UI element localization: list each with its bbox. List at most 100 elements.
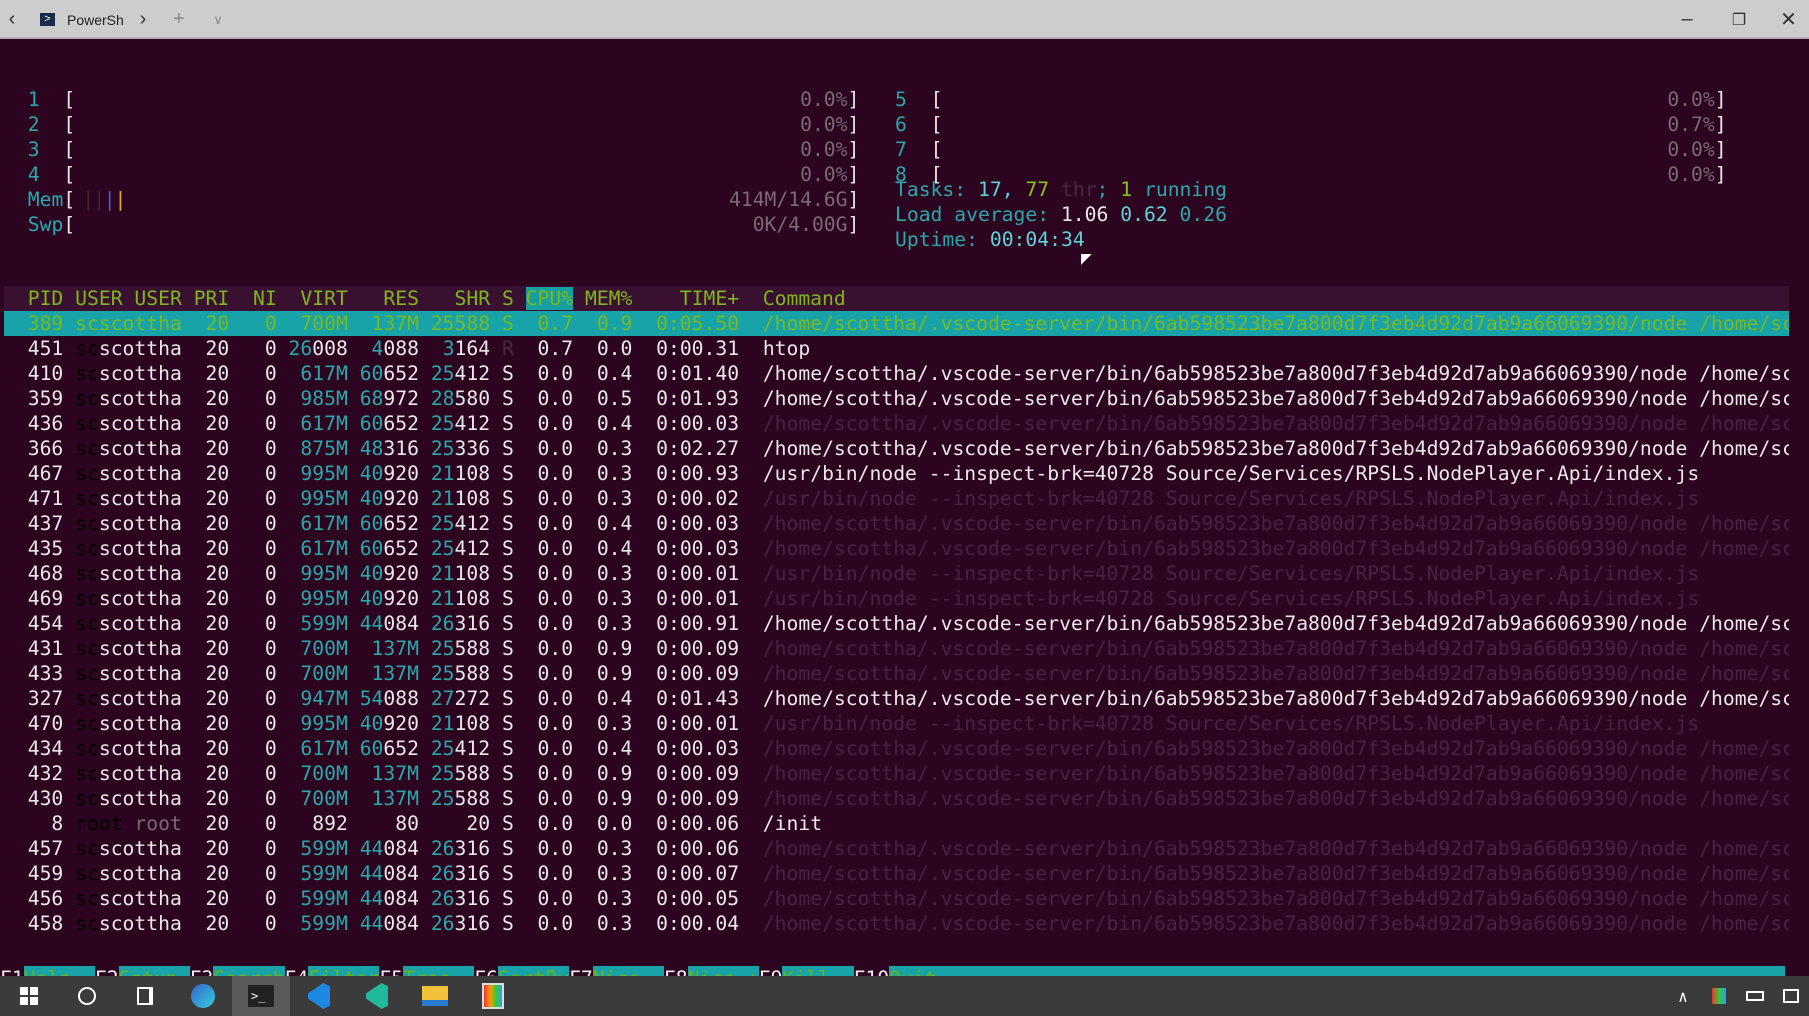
table-row[interactable]: 431 scscottha 20 0 700M 137M 25588 S 0.0… xyxy=(4,636,1789,661)
fkey-label[interactable]: Kill xyxy=(782,966,854,976)
table-row[interactable]: 8 root root 20 0 892 80 20 S 0.0 0.0 0:0… xyxy=(4,811,1789,836)
new-tab-icon[interactable]: + xyxy=(166,0,192,39)
fkey-f5[interactable]: F5 xyxy=(379,966,403,976)
scroll-tabs-left-icon[interactable]: ‹ xyxy=(0,0,24,39)
fkey-label[interactable]: Setup xyxy=(118,966,190,976)
column-header-res[interactable]: RES xyxy=(383,287,419,310)
cell-virt: 985M xyxy=(300,387,348,410)
fkey-f9[interactable]: F9 xyxy=(759,966,783,976)
cell-digits-low: 920 xyxy=(383,487,419,510)
column-header-mem[interactable]: MEM% xyxy=(585,287,632,310)
fkey-f6[interactable]: F6 xyxy=(474,966,498,976)
powertoys-icon[interactable] xyxy=(464,976,522,1016)
windows-start-icon[interactable] xyxy=(0,976,58,1016)
table-row[interactable]: 359 scscottha 20 0 985M 68972 28580 S 0.… xyxy=(4,386,1789,411)
cell-digits-low: 084 xyxy=(383,837,419,860)
table-row[interactable]: 436 scscottha 20 0 617M 60652 25412 S 0.… xyxy=(4,411,1789,436)
table-row[interactable]: 454 scscottha 20 0 599M 44084 26316 S 0.… xyxy=(4,611,1789,636)
edge-browser-icon[interactable] xyxy=(174,976,232,1016)
scroll-tabs-right-icon[interactable]: › xyxy=(132,0,154,39)
column-header-pri[interactable]: PRI xyxy=(194,287,230,310)
table-row[interactable]: 435 scscottha 20 0 617M 60652 25412 S 0.… xyxy=(4,536,1789,561)
file-explorer-icon[interactable] xyxy=(406,976,464,1016)
fkey-f4[interactable]: F4 xyxy=(285,966,309,976)
fkey-f2[interactable]: F2 xyxy=(95,966,119,976)
table-row[interactable]: 366 scscottha 20 0 875M 48316 25336 S 0.… xyxy=(4,436,1789,461)
fkey-label[interactable]: Filter xyxy=(308,966,380,976)
table-row[interactable]: 469 scscottha 20 0 995M 40920 21108 S 0.… xyxy=(4,586,1789,611)
meter-open-bracket: [ xyxy=(63,113,76,136)
fkey-f1[interactable]: F1 xyxy=(0,966,24,976)
chevron-down-icon[interactable]: ∨ xyxy=(206,0,230,39)
fkey-label[interactable]: Tree xyxy=(403,966,475,976)
fkey-label[interactable]: Search xyxy=(213,966,285,976)
fkey-f8[interactable]: F8 xyxy=(664,966,688,976)
column-header-time[interactable]: TIME+ xyxy=(680,287,739,310)
meter-value-text: 0K/4.00G xyxy=(752,213,848,236)
fkey-label[interactable]: Help xyxy=(23,966,95,976)
minimize-icon[interactable]: – xyxy=(1664,0,1710,39)
table-row[interactable]: 389 scscottha 20 0 700M 137M 25588 S 0.7… xyxy=(4,311,1789,336)
fkey-label[interactable]: Quit xyxy=(889,966,1785,976)
table-header[interactable]: PID USER USER PRI NI VIRT RES SHR S CPU%… xyxy=(4,286,1789,311)
table-row[interactable]: 451 scscottha 20 0 26008 4088 3164 R 0.7… xyxy=(4,336,1789,361)
table-row[interactable]: 410 scscottha 20 0 617M 60652 25412 S 0.… xyxy=(4,361,1789,386)
table-row[interactable]: 457 scscottha 20 0 599M 44084 26316 S 0.… xyxy=(4,836,1789,861)
visual-studio-icon[interactable] xyxy=(348,976,406,1016)
fkey-label[interactable]: Nice + xyxy=(687,966,759,976)
cell-cmd: /home/scottha/.vscode-server/bin/6ab5985… xyxy=(762,837,1789,860)
cell-pid: 432 xyxy=(27,762,64,785)
meter-value: 0.0%] xyxy=(1667,137,1726,162)
column-header-shr[interactable]: SHR xyxy=(455,287,491,310)
table-row[interactable]: 327 scscottha 20 0 947M 54088 27272 S 0.… xyxy=(4,686,1789,711)
column-header-ni[interactable]: NI xyxy=(253,287,277,310)
table-row[interactable]: 459 scscottha 20 0 599M 44084 26316 S 0.… xyxy=(4,861,1789,886)
table-row[interactable]: 437 scscottha 20 0 617M 60652 25412 S 0.… xyxy=(4,511,1789,536)
table-row[interactable]: 430 scscottha 20 0 700M 137M 25588 S 0.0… xyxy=(4,786,1789,811)
table-row[interactable]: 467 scscottha 20 0 995M 40920 21108 S 0.… xyxy=(4,461,1789,486)
table-row[interactable]: 456 scscottha 20 0 599M 44084 26316 S 0.… xyxy=(4,886,1789,911)
cell-digits-high: 60 xyxy=(359,512,384,535)
meter-label: 6 xyxy=(895,113,907,136)
terminal[interactable]: 1 [0.0%] 2 [0.0%] 3 [0.0%] 4 [0.0%] 5 [0.0%] 6 [0.7… xyxy=(0,41,1809,976)
cell-digits-low: 920 xyxy=(383,712,419,735)
cell-res: 44084 xyxy=(360,887,419,910)
fkey-f3[interactable]: F3 xyxy=(190,966,214,976)
column-header-cmd[interactable]: Command xyxy=(763,287,846,310)
cell-res: 44084 xyxy=(360,862,419,885)
search-circle-icon[interactable] xyxy=(58,976,116,1016)
table-row[interactable]: 470 scscottha 20 0 995M 40920 21108 S 0.… xyxy=(4,711,1789,736)
table-row[interactable]: 458 scscottha 20 0 599M 44084 26316 S 0.… xyxy=(4,911,1789,936)
notification-icon[interactable] xyxy=(1773,976,1809,1016)
fkey-f10[interactable]: F10 xyxy=(854,966,890,976)
table-row[interactable]: 471 scscottha 20 0 995M 40920 21108 S 0.… xyxy=(4,486,1789,511)
fkey-label[interactable]: SortBy xyxy=(497,966,570,976)
cell-user: scottha xyxy=(98,462,182,485)
column-header-user[interactable]: USER xyxy=(134,287,181,310)
restore-icon[interactable]: ❐ xyxy=(1716,0,1762,39)
cell-mem: 0.3 xyxy=(596,887,633,910)
vscode-icon[interactable] xyxy=(290,976,348,1016)
cell-digits-high: 25 xyxy=(430,512,455,535)
column-header-virt[interactable]: VIRT xyxy=(300,287,347,310)
table-row[interactable]: 432 scscottha 20 0 700M 137M 25588 S 0.0… xyxy=(4,761,1789,786)
fkey-label[interactable]: Nice - xyxy=(592,966,664,976)
cell-cmd: /home/scottha/.vscode-server/bin/6ab5985… xyxy=(762,787,1789,810)
cell-cpu: 0.0 xyxy=(537,762,574,785)
terminal-app-icon[interactable]: >_ xyxy=(232,976,290,1016)
cell-shr: 26316 xyxy=(431,887,490,910)
table-row[interactable]: 468 scscottha 20 0 995M 40920 21108 S 0.… xyxy=(4,561,1789,586)
column-header-s[interactable]: S xyxy=(502,287,514,310)
tray-app-icon[interactable] xyxy=(1701,976,1737,1016)
column-header-cpu[interactable]: CPU% xyxy=(525,287,574,310)
fkey-f7[interactable]: F7 xyxy=(569,966,593,976)
battery-icon[interactable] xyxy=(1737,976,1773,1016)
table-row[interactable]: 434 scscottha 20 0 617M 60652 25412 S 0.… xyxy=(4,736,1789,761)
column-header-pid[interactable]: PID xyxy=(28,287,64,310)
task-view-icon[interactable] xyxy=(116,976,174,1016)
table-row[interactable]: 433 scscottha 20 0 700M 137M 25588 S 0.0… xyxy=(4,661,1789,686)
close-icon[interactable]: ✕ xyxy=(1768,0,1809,39)
chevron-up-icon[interactable]: ∧ xyxy=(1665,976,1701,1016)
cell-user: scottha xyxy=(98,562,182,585)
cell-digits-low: 108 xyxy=(454,587,491,610)
